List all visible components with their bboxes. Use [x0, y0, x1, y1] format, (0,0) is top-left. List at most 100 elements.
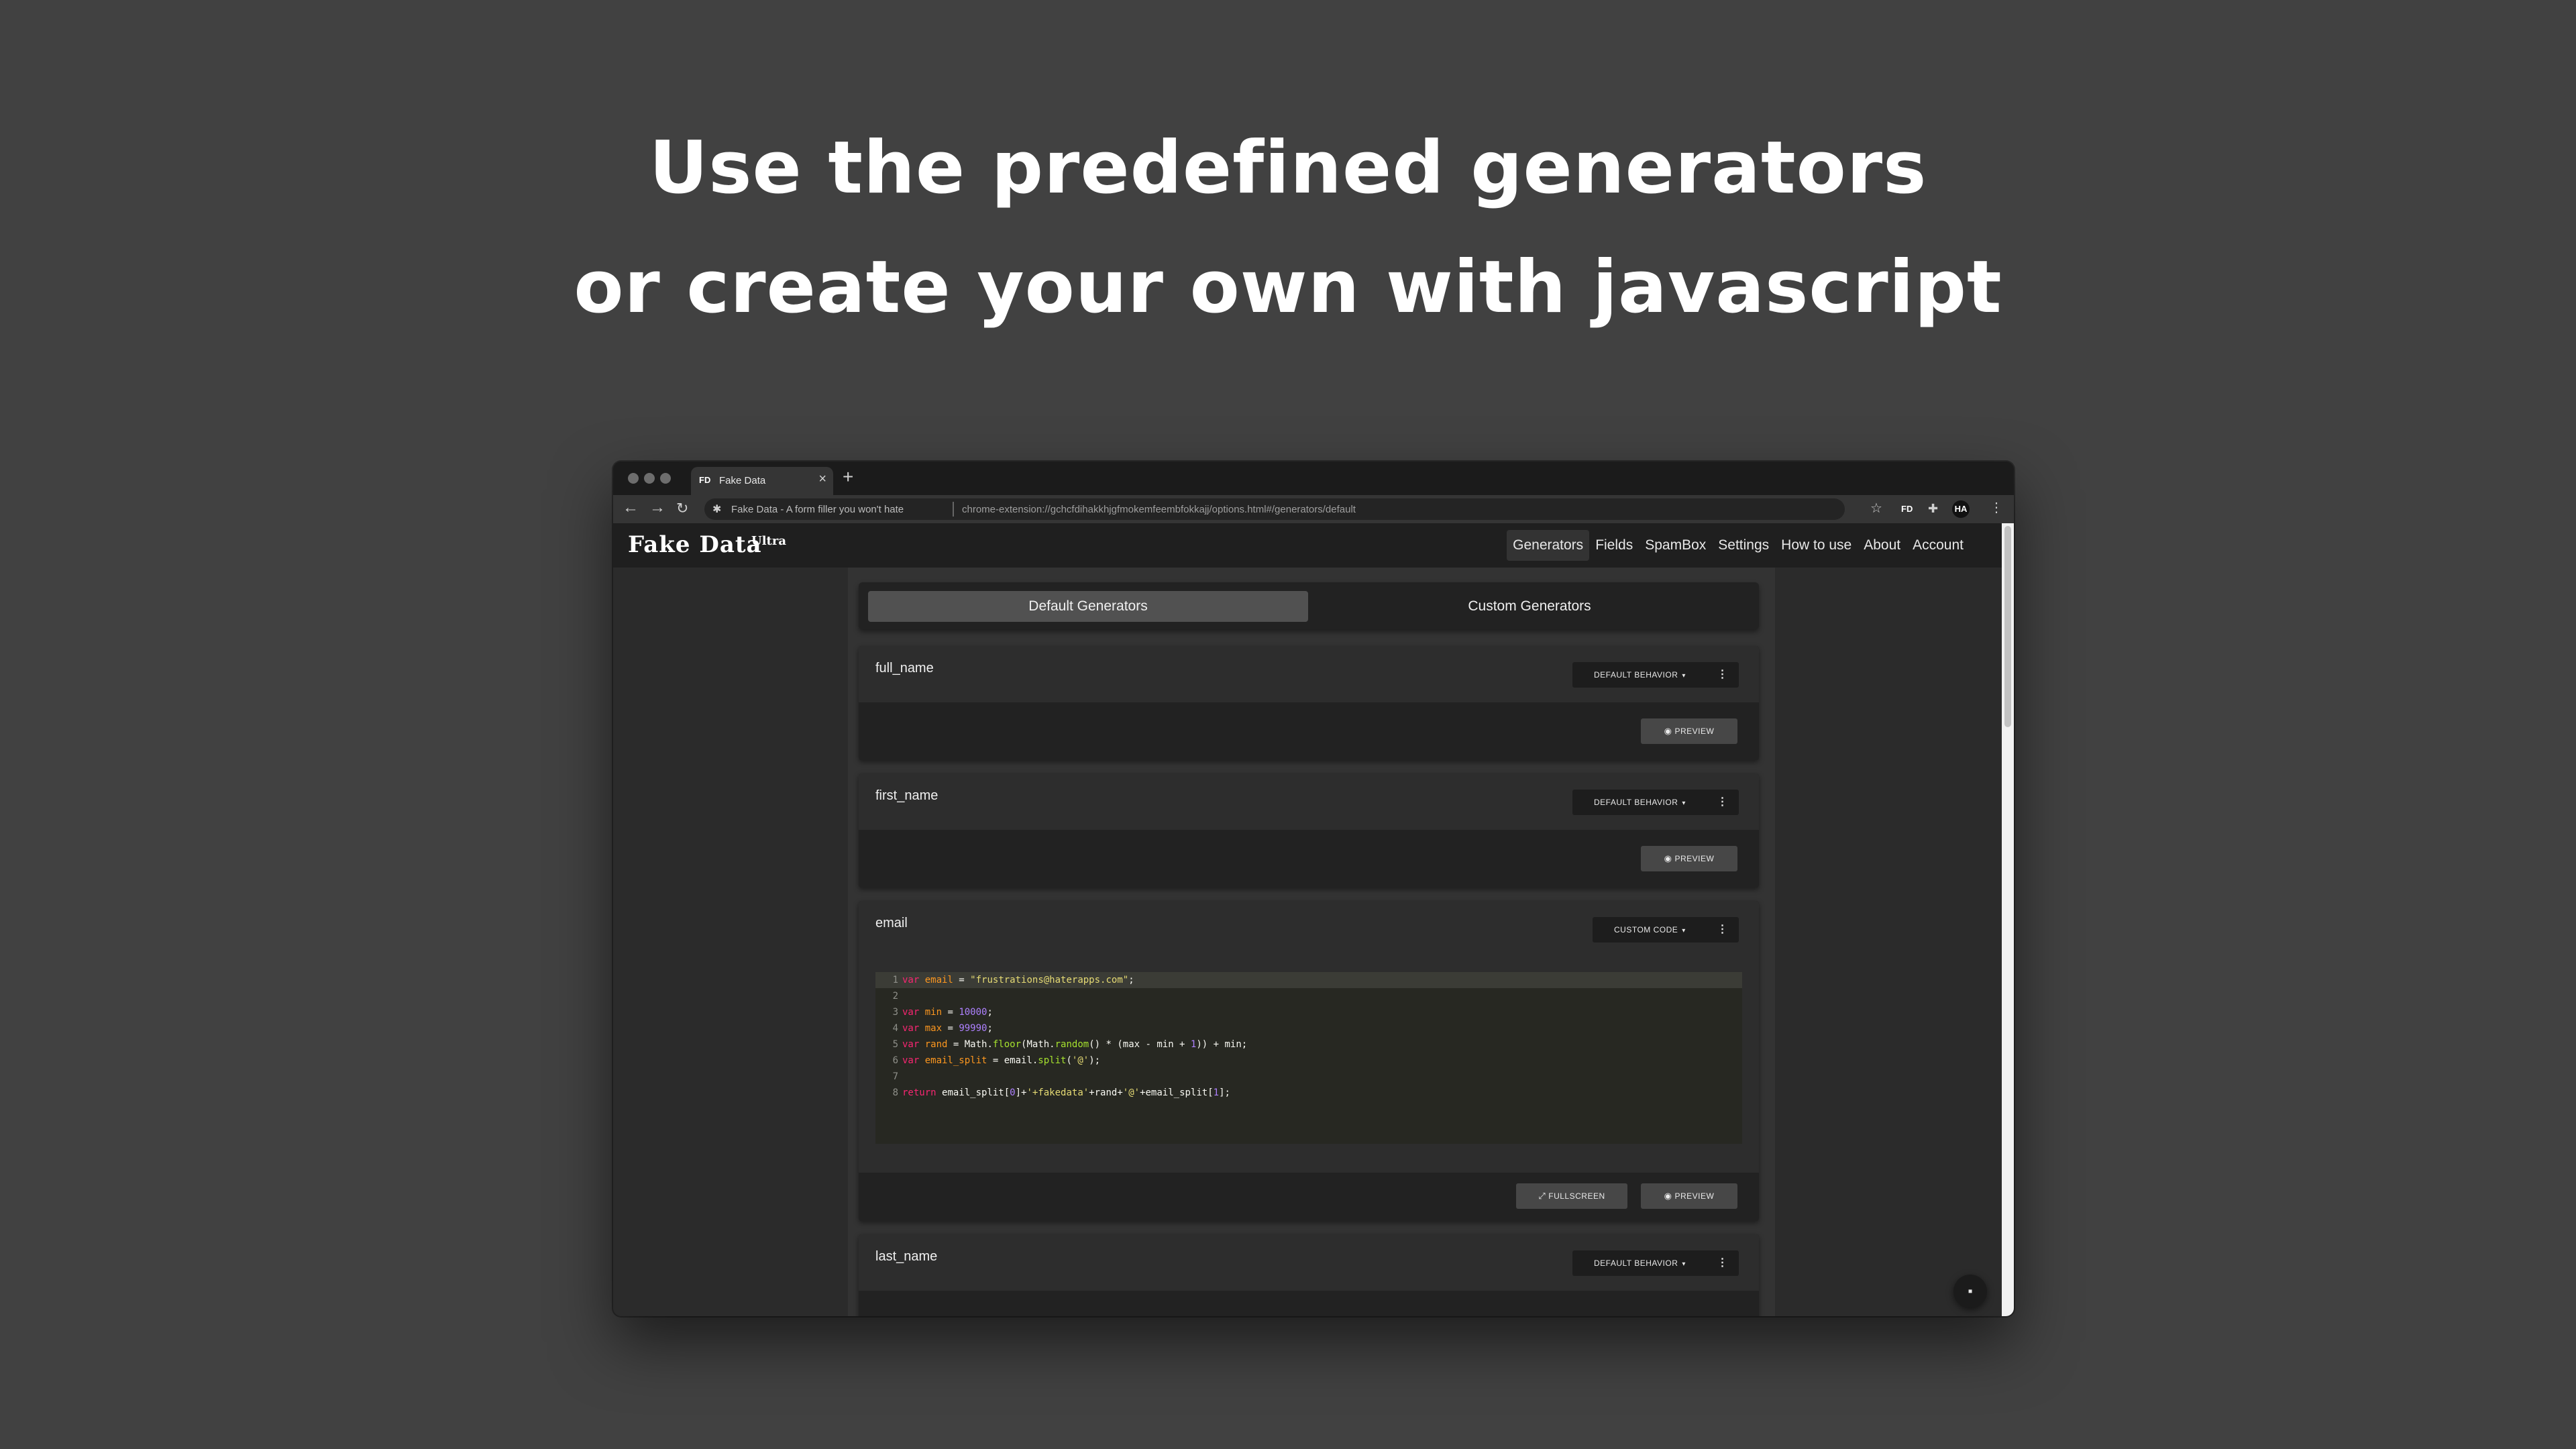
- tab-title: Fake Data: [719, 475, 766, 486]
- window-minimize-dot[interactable]: [644, 473, 655, 484]
- window-close-dot[interactable]: [628, 473, 639, 484]
- address-separator: [953, 502, 954, 517]
- nav-settings[interactable]: Settings: [1712, 530, 1775, 561]
- line-number: 3: [892, 1007, 898, 1018]
- line-number: 8: [892, 1087, 898, 1098]
- window-zoom-dot[interactable]: [660, 473, 671, 484]
- app-logo-suffix: Ultra: [751, 534, 786, 548]
- reload-icon[interactable]: ↻: [676, 501, 688, 516]
- code-editor[interactable]: 1 var email = "frustrations@haterapps.com…: [875, 972, 1742, 1144]
- extensions-puzzle-icon[interactable]: ✚: [1928, 502, 1938, 515]
- line-number: 4: [892, 1023, 898, 1034]
- browser-toolbar: ← → ↻ ✱ Fake Data - A form filler you wo…: [613, 495, 2014, 523]
- fake-data-extension-icon[interactable]: FD: [1901, 504, 1913, 514]
- behavior-dropdown[interactable]: DEFAULT BEHAVIOR ▾ ⋮: [1572, 662, 1739, 688]
- eye-icon: ◉: [1664, 853, 1672, 863]
- generator-card-header: full_name DEFAULT BEHAVIOR ▾ ⋮: [859, 646, 1759, 702]
- more-vert-icon[interactable]: ⋮: [1717, 662, 1729, 688]
- fullscreen-label: FULLSCREEN: [1548, 1191, 1605, 1201]
- preview-button[interactable]: ◉ PREVIEW: [1641, 1183, 1737, 1209]
- generator-name: last_name: [875, 1249, 938, 1264]
- generators-content: Default Generators Custom Generators ful…: [848, 568, 1775, 1316]
- generator-card-email: email CUSTOM CODE ▾ ⋮ 1 var email = "frust…: [859, 901, 1759, 1221]
- behavior-label: DEFAULT BEHAVIOR: [1594, 670, 1678, 680]
- browser-tab-strip: FD Fake Data × +: [613, 462, 2014, 495]
- new-tab-icon[interactable]: +: [843, 468, 853, 486]
- eye-icon: ◉: [1664, 726, 1672, 736]
- behavior-label: CUSTOM CODE: [1614, 925, 1678, 934]
- generator-tabs: Default Generators Custom Generators: [859, 582, 1759, 629]
- more-vert-icon[interactable]: ⋮: [1717, 790, 1729, 815]
- tab-default-generators[interactable]: Default Generators: [868, 591, 1308, 622]
- headline-line-2: or create your own with javascript: [574, 246, 2002, 329]
- behavior-dropdown[interactable]: DEFAULT BEHAVIOR ▾ ⋮: [1572, 790, 1739, 815]
- forward-arrow-icon[interactable]: →: [649, 500, 665, 516]
- app-logo[interactable]: Fake Data: [628, 531, 762, 558]
- browser-tab[interactable]: FD Fake Data ×: [691, 467, 833, 495]
- generator-card-full-name: full_name DEFAULT BEHAVIOR ▾ ⋮ ◉ PREVIEW: [859, 646, 1759, 760]
- preview-button[interactable]: ◉ PREVIEW: [1641, 846, 1737, 871]
- code-line: 7: [875, 1069, 1742, 1085]
- code-line: 4 var max = 99990;: [875, 1020, 1742, 1036]
- more-vert-icon[interactable]: ⋮: [1717, 917, 1729, 943]
- generator-name: first_name: [875, 788, 938, 803]
- expand-icon: ⤢: [1538, 1191, 1546, 1201]
- caret-down-icon: ▾: [1682, 1260, 1686, 1268]
- tab-close-icon[interactable]: ×: [818, 472, 826, 486]
- code-line: 2: [875, 988, 1742, 1004]
- nav-spambox[interactable]: SpamBox: [1639, 530, 1712, 561]
- generator-card-last-name: last_name DEFAULT BEHAVIOR ▾ ⋮: [859, 1234, 1759, 1316]
- code-line: 5 var rand = Math.floor(Math.random() * (…: [875, 1036, 1742, 1053]
- generator-card-header: last_name DEFAULT BEHAVIOR ▾ ⋮: [859, 1234, 1759, 1291]
- code-line: 8 return email_split[0]+'+fakedata'+rand+…: [875, 1085, 1742, 1101]
- line-number: 5: [892, 1039, 898, 1050]
- behavior-dropdown[interactable]: DEFAULT BEHAVIOR ▾ ⋮: [1572, 1250, 1739, 1276]
- generator-card-first-name: first_name DEFAULT BEHAVIOR ▾ ⋮ ◉ PREVIEW: [859, 773, 1759, 888]
- page-scrollbar[interactable]: [2002, 523, 2014, 1316]
- nav-about[interactable]: About: [1858, 530, 1907, 561]
- tab-custom-generators[interactable]: Custom Generators: [1309, 591, 1750, 622]
- generator-name: email: [875, 916, 908, 930]
- line-number: 6: [892, 1055, 898, 1066]
- code-line: 3 var min = 10000;: [875, 1004, 1742, 1020]
- code-line: 6 var email_split = email.split('@');: [875, 1053, 1742, 1069]
- headline-line-1: Use the predefined generators: [649, 126, 1927, 210]
- main-nav: Generators Fields SpamBox Settings How t…: [1507, 530, 1970, 561]
- address-url[interactable]: chrome-extension://gchcfdihakkhjgfmokemf…: [962, 504, 1356, 515]
- preview-label: PREVIEW: [1674, 727, 1715, 736]
- code-line: 1 var email = "frustrations@haterapps.com…: [875, 972, 1742, 988]
- line-number: 1: [892, 975, 898, 985]
- nav-how-to-use[interactable]: How to use: [1775, 530, 1858, 561]
- behavior-label: DEFAULT BEHAVIOR: [1594, 1258, 1678, 1268]
- address-bar[interactable]: ✱ Fake Data - A form filler you won't ha…: [704, 498, 1845, 520]
- extension-site-icon: ✱: [712, 504, 722, 515]
- nav-fields[interactable]: Fields: [1589, 530, 1639, 561]
- caret-down-icon: ▾: [1682, 672, 1686, 680]
- preview-button[interactable]: ◉ PREVIEW: [1641, 718, 1737, 744]
- site-label: Fake Data - A form filler you won't hate: [731, 504, 904, 515]
- eye-icon: ◉: [1664, 1191, 1672, 1201]
- generator-name: full_name: [875, 661, 934, 676]
- scrollbar-thumb[interactable]: [2004, 526, 2011, 727]
- chat-bubble-icon[interactable]: ▪: [1953, 1275, 1987, 1308]
- preview-label: PREVIEW: [1674, 854, 1715, 863]
- more-vert-icon[interactable]: ⋮: [1717, 1250, 1729, 1276]
- line-number: 7: [892, 1071, 898, 1082]
- nav-generators[interactable]: Generators: [1507, 530, 1590, 561]
- browser-window: FD Fake Data × + ← → ↻ ✱ Fake Data - A f…: [613, 462, 2014, 1316]
- caret-down-icon: ▾: [1682, 927, 1686, 934]
- tab-favicon: FD: [699, 475, 711, 485]
- line-number: 2: [892, 991, 898, 1002]
- generator-card-header: email CUSTOM CODE ▾ ⋮ 1 var email = "frust…: [859, 901, 1759, 1173]
- profile-avatar[interactable]: HA: [1952, 500, 1970, 518]
- caret-down-icon: ▾: [1682, 800, 1686, 807]
- browser-menu-icon[interactable]: ⋮: [1990, 501, 2003, 515]
- nav-account[interactable]: Account: [1907, 530, 1970, 561]
- back-arrow-icon[interactable]: ←: [623, 500, 639, 516]
- page-viewport: Fake Data Ultra Generators Fields SpamBo…: [613, 523, 2002, 1316]
- fullscreen-button[interactable]: ⤢ FULLSCREEN: [1516, 1183, 1627, 1209]
- generator-card-header: first_name DEFAULT BEHAVIOR ▾ ⋮: [859, 773, 1759, 830]
- behavior-dropdown[interactable]: CUSTOM CODE ▾ ⋮: [1593, 917, 1739, 943]
- behavior-label: DEFAULT BEHAVIOR: [1594, 798, 1678, 807]
- bookmark-star-icon[interactable]: ☆: [1870, 502, 1882, 515]
